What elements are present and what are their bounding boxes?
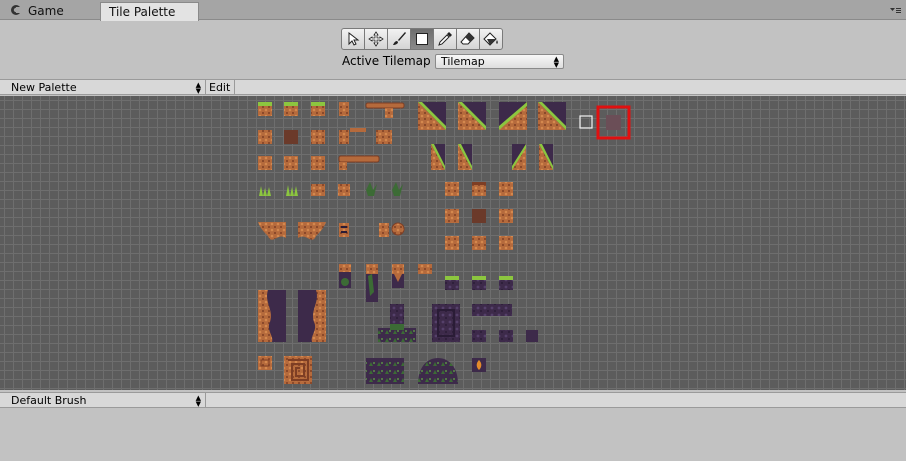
tab-tile-palette[interactable]: Tile Palette [100,2,199,21]
box-icon [416,33,428,45]
brush-inspector-area [0,409,906,461]
tile-row [258,128,392,144]
pick-tool-button[interactable] [433,28,457,50]
tile-row [259,182,513,196]
move-icon [368,31,384,47]
palette-value: New Palette [11,81,77,94]
paint-tool-button[interactable] [387,28,411,50]
dropdown-arrows-icon: ▲ ▼ [195,394,201,408]
paint-bucket-icon [483,32,498,46]
fill-tool-button[interactable] [479,28,503,50]
erase-tool-button[interactable] [456,28,480,50]
box-fill-tool-button[interactable] [410,28,434,50]
toolbar: Active Tilemap Tilemap ▲ ▼ [0,21,906,75]
active-tilemap-value: Tilemap [441,55,485,68]
tile-row [445,236,513,250]
tile-row [258,356,486,384]
brush-bar: Default Brush ▲ ▼ [0,392,906,408]
tab-bar: Game Tile Palette [0,0,906,21]
tile-palette-tiles [258,102,631,384]
tile-row [258,144,553,170]
unity-icon [11,5,22,15]
eyedropper-icon [438,32,452,46]
tab-label: Tile Palette [109,5,176,19]
move-tool-button[interactable] [364,28,388,50]
tile-palette-grid[interactable] [0,96,906,390]
active-tilemap-label: Active Tilemap [342,54,431,68]
tab-game[interactable]: Game [2,2,94,20]
palette-dropdown[interactable]: New Palette ▲ ▼ [6,80,206,95]
brush-value: Default Brush [11,394,87,407]
tool-group [341,28,503,50]
dropdown-arrows-icon: ▲ ▼ [195,81,201,95]
edit-palette-button[interactable]: Edit [205,80,235,95]
brush-icon [393,32,406,45]
brush-dropdown[interactable]: Default Brush ▲ ▼ [6,393,206,408]
palette-bar: New Palette ▲ ▼ Edit [0,79,906,95]
tab-menu-icon[interactable] [888,6,902,16]
eraser-icon [460,32,475,45]
select-tool-button[interactable] [341,28,365,50]
tile-row [258,209,513,240]
tile-row [258,290,538,342]
active-tilemap-dropdown[interactable]: Tilemap ▲ ▼ [435,54,564,69]
tab-label: Game [28,4,64,18]
tile-row [339,264,513,302]
cursor-icon [348,32,360,46]
dropdown-arrows-icon: ▲ ▼ [553,55,559,69]
